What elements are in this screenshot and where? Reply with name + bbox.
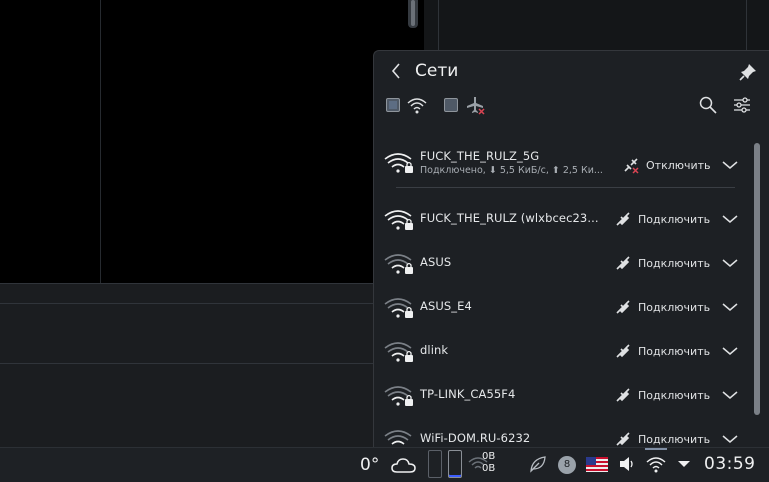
chevron-down-icon[interactable] — [720, 388, 740, 402]
scrollbar[interactable] — [408, 0, 418, 28]
connect-label: Подключить — [638, 212, 711, 226]
network-name: FUCK_THE_RULZ_5G — [420, 149, 540, 163]
wifi-icon[interactable] — [645, 454, 667, 474]
pin-icon — [739, 64, 756, 81]
divider — [0, 363, 424, 364]
list-item[interactable]: ASUS_E4 Подключить — [374, 285, 752, 329]
desktop-pager-2[interactable] — [448, 450, 462, 478]
network-name: dlink — [420, 343, 449, 357]
weather-temperature[interactable]: 0° — [360, 455, 379, 475]
chevron-down-icon[interactable] — [720, 432, 740, 446]
connect-button[interactable]: Подключить — [614, 429, 710, 448]
divider — [396, 187, 735, 188]
pin-button[interactable] — [737, 61, 759, 83]
connect-icon — [616, 256, 630, 270]
network-name: ASUS_E4 — [420, 299, 472, 313]
download-speed: 0B — [482, 451, 496, 462]
list-item[interactable]: ASUS Подключить — [374, 241, 752, 285]
connect-button[interactable]: Подключить — [614, 297, 710, 317]
network-name: FUCK_THE_RULZ (wlxbcec23... — [420, 211, 599, 225]
divider — [746, 0, 747, 50]
connect-label: Подключить — [638, 344, 711, 358]
connect-icon — [616, 300, 630, 314]
airplane-off-icon — [467, 97, 485, 115]
airplane-mode-checkbox[interactable] — [444, 98, 458, 112]
connect-button[interactable]: Подключить — [614, 385, 710, 405]
disconnect-icon — [624, 158, 639, 174]
back-arrow-icon — [391, 63, 400, 79]
disconnect-button[interactable]: Отключить — [622, 155, 711, 175]
search-button[interactable] — [698, 95, 718, 115]
wifi-lock-icon — [384, 342, 413, 362]
network-list: FUCK_THE_RULZ_5G Подключено, ⬇ 5,5 КиБ/с… — [374, 133, 769, 448]
divider — [100, 0, 101, 283]
divider — [438, 0, 439, 50]
wifi-lock-icon — [384, 254, 413, 274]
search-icon — [699, 96, 717, 114]
popup-header: Сети — [374, 51, 769, 93]
chevron-down-icon[interactable] — [720, 212, 740, 226]
wifi-icon — [407, 98, 427, 114]
list-item[interactable]: FUCK_THE_RULZ_5G Подключено, ⬇ 5,5 КиБ/с… — [374, 139, 752, 187]
clock[interactable]: 03:59 — [704, 454, 756, 474]
leaf-icon[interactable] — [528, 454, 548, 474]
chevron-down-icon[interactable] — [720, 256, 740, 270]
taskbar: 0° 0B 0B 8 03:59 — [0, 447, 769, 482]
list-item[interactable]: FUCK_THE_RULZ (wlxbcec23... Подключить — [374, 197, 752, 241]
connection-status: Подключено, ⬇ 5,5 КиБ/с, ⬆ 2,5 Ки... — [420, 165, 603, 176]
wifi-lock-icon — [384, 430, 412, 445]
upload-speed: 0B — [482, 463, 496, 474]
list-item[interactable]: dlink Подключить — [374, 329, 752, 373]
scrollbar[interactable] — [754, 143, 760, 415]
connect-icon — [616, 344, 630, 358]
filter-button[interactable] — [732, 95, 752, 115]
wifi-lock-icon — [384, 210, 413, 230]
right-pane — [424, 0, 769, 50]
wifi-enable-checkbox[interactable] — [386, 98, 400, 112]
connect-button[interactable]: Подключить — [614, 209, 710, 229]
network-name: ASUS — [420, 255, 452, 269]
filter-icon — [734, 97, 750, 113]
divider — [0, 303, 424, 304]
network-speed: 0B 0B — [482, 451, 495, 475]
tray-expand-icon[interactable] — [677, 459, 691, 469]
connect-label: Подключить — [638, 388, 711, 402]
connect-icon — [616, 432, 630, 446]
chevron-down-icon[interactable] — [720, 300, 740, 314]
bottom-panel — [0, 283, 424, 447]
connect-label: Подключить — [638, 300, 711, 314]
weather-cloud-icon[interactable] — [391, 456, 417, 474]
list-item[interactable]: WiFi-DOM.RU-6232 Подключить — [374, 417, 752, 448]
active-indicator — [645, 448, 667, 450]
popup-toolbar — [374, 93, 769, 123]
connect-label: Подключить — [638, 256, 711, 270]
wifi-lock-icon — [384, 386, 413, 406]
connect-label: Подключить — [638, 432, 711, 446]
notification-badge[interactable]: 8 — [558, 456, 576, 474]
connect-button[interactable]: Подключить — [614, 253, 710, 273]
volume-icon[interactable] — [618, 455, 638, 473]
connect-button[interactable]: Подключить — [614, 341, 710, 361]
flag-us-icon[interactable] — [586, 457, 608, 472]
desktop-pager-1[interactable] — [428, 450, 442, 478]
network-name: WiFi-DOM.RU-6232 — [420, 431, 531, 445]
chevron-down-icon[interactable] — [720, 158, 740, 172]
connect-icon — [616, 212, 630, 226]
back-button[interactable] — [386, 60, 408, 82]
editor-area — [0, 0, 424, 283]
disconnect-label: Отключить — [646, 158, 711, 172]
wifi-lock-icon — [384, 153, 413, 173]
divider — [0, 283, 424, 284]
list-item[interactable]: TP-LINK_CA55F4 Подключить — [374, 373, 752, 417]
connect-icon — [616, 388, 630, 402]
network-name: TP-LINK_CA55F4 — [420, 387, 516, 401]
networks-popup: Сети FUCK_THE_RULZ_5G Подключено, ⬇ 5,5 … — [373, 50, 769, 448]
popup-title: Сети — [415, 61, 459, 81]
chevron-down-icon[interactable] — [720, 344, 740, 358]
wifi-lock-icon — [384, 298, 413, 318]
